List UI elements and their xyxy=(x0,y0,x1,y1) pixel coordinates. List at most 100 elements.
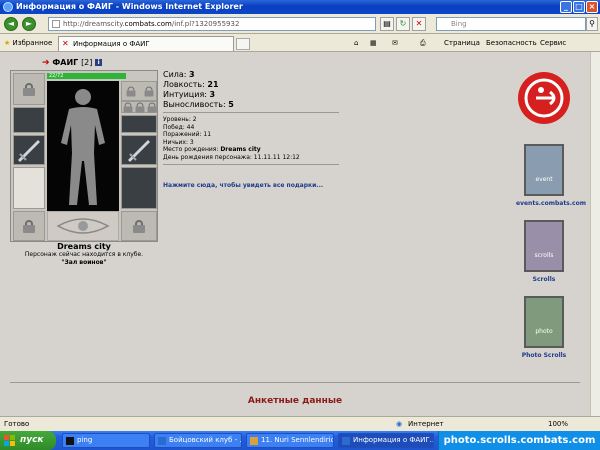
lock-icon xyxy=(23,220,35,233)
questionnaire-heading: Анкетные данные xyxy=(247,396,343,406)
search-icon[interactable]: ⚲ xyxy=(586,17,598,31)
detail-losses: Поражений: 11 xyxy=(163,131,212,138)
windows-logo-icon xyxy=(4,435,15,446)
feeds-icon[interactable]: ▦ xyxy=(370,38,377,48)
stat-agility: Ловкость: 21 xyxy=(163,80,219,89)
archer-emblem-icon xyxy=(518,72,570,124)
lock-icon xyxy=(144,86,154,97)
ie-icon xyxy=(342,437,350,445)
sword-icon xyxy=(18,140,40,162)
ie-logo-icon xyxy=(3,2,13,12)
lock-icon xyxy=(133,220,145,233)
page-menu[interactable]: Страница xyxy=(444,38,480,48)
detail-wins: Побед: 44 xyxy=(163,123,195,131)
taskbar: пуск ping Бойцовский клуб - ... 11. Nuri… xyxy=(0,431,600,450)
detail-birthplace: Место рождения: Dreams city xyxy=(163,146,261,153)
stat-strength: Сила: 3 xyxy=(163,70,195,79)
belt-slot[interactable] xyxy=(13,211,45,241)
zoom-level[interactable]: 100% xyxy=(548,417,568,431)
lock-icon xyxy=(123,102,133,113)
status-text: Готово xyxy=(4,420,30,428)
photo-scrolls-link[interactable]: photo Photo Scrolls xyxy=(516,296,572,362)
crossed-swords-icon: ✕ xyxy=(62,39,69,48)
helmet-slot[interactable] xyxy=(13,73,45,105)
compat-view-button[interactable]: ▤ xyxy=(380,17,394,31)
details-block: Уровень: 2 Побед: 44 Поражений: 11 Ничьи… xyxy=(163,116,300,161)
vertical-scrollbar[interactable] xyxy=(590,52,600,416)
photo-banner-icon: photo xyxy=(524,296,564,348)
window-titlebar: Информация о ФАИГ - Windows Internet Exp… xyxy=(0,0,600,14)
right-weapon-slot[interactable] xyxy=(121,135,157,165)
stat-intuition: Интуиция: 3 xyxy=(163,90,216,99)
star-icon: ★ xyxy=(4,39,11,47)
mail-icon[interactable]: ✉ xyxy=(392,38,398,48)
safety-menu[interactable]: Безопасность xyxy=(486,38,537,48)
bracers-slot[interactable] xyxy=(13,107,45,133)
character-equipment: 22/72 xyxy=(10,70,158,242)
print-icon[interactable]: ⎙ xyxy=(420,38,426,48)
tools-menu[interactable]: Сервис xyxy=(540,38,566,48)
task-nuri[interactable]: 11. Nuri Sennlendirici ... xyxy=(246,433,334,448)
guild-emblem[interactable] xyxy=(516,70,572,128)
left-weapon-slot[interactable] xyxy=(13,135,45,165)
divider xyxy=(163,112,339,113)
favorites-button[interactable]: ★ Избранное xyxy=(4,37,52,49)
stats-block: Сила: 3 Ловкость: 21 Интуиция: 3 Выносли… xyxy=(163,70,234,110)
accessory-slots xyxy=(121,101,157,113)
favorites-toolbar: ★ Избранное ✕ Информация о ФАИГ ⌂ ▦ ✉ ⎙ … xyxy=(0,34,600,52)
events-link[interactable]: event events.combats.com xyxy=(516,144,586,210)
divider xyxy=(10,382,580,383)
search-input[interactable]: Bing xyxy=(436,17,586,31)
zone-text: Интернет xyxy=(408,420,444,428)
sword-icon xyxy=(128,140,150,162)
character-name: ➔ ФАИГ [2] i xyxy=(42,58,103,68)
window-title: Информация о ФАИГ - Windows Internet Exp… xyxy=(16,2,243,11)
ie-icon xyxy=(158,437,166,445)
lock-icon xyxy=(147,102,157,113)
close-button[interactable]: × xyxy=(586,1,598,13)
detail-level: Уровень: 2 xyxy=(163,116,197,123)
browser-tab[interactable]: ✕ Информация о ФАИГ xyxy=(58,36,234,51)
pants-slot[interactable] xyxy=(121,167,157,209)
start-button[interactable]: пуск xyxy=(0,431,56,450)
gloves-slot[interactable] xyxy=(121,115,157,133)
url-field[interactable]: http://dreamscity.combats.com/inf.pl?132… xyxy=(48,17,376,31)
character-city: Dreams city xyxy=(57,242,111,251)
health-bar: 22/72 xyxy=(47,73,126,79)
maximize-button[interactable]: □ xyxy=(573,1,585,13)
stop-button[interactable]: ✕ xyxy=(412,17,426,31)
armor-slot[interactable] xyxy=(13,167,45,209)
back-button[interactable]: ◄ xyxy=(4,17,18,31)
scrolls-link[interactable]: scrolls Scrolls xyxy=(516,220,572,286)
minimize-button[interactable]: _ xyxy=(560,1,572,13)
divider xyxy=(163,164,339,165)
events-banner-icon: event xyxy=(524,144,564,196)
new-tab-button[interactable] xyxy=(236,38,250,50)
gifts-link[interactable]: Нажмите сюда, чтобы увидеть все подарки.… xyxy=(163,182,323,189)
body-figure-icon xyxy=(61,89,105,205)
character-silhouette xyxy=(47,81,119,211)
forward-button[interactable]: ► xyxy=(22,17,36,31)
detail-birthday: День рождения персонажа: 11.11.11 12:12 xyxy=(163,153,300,161)
clan-emblem xyxy=(47,211,119,241)
task-info-faig[interactable]: Информация о ФАИГ... xyxy=(338,433,434,448)
task-fight-club[interactable]: Бойцовский клуб - ... xyxy=(154,433,242,448)
room-name: "Зал воинов" xyxy=(61,259,107,266)
lock-icon xyxy=(23,83,35,96)
boots-slot[interactable] xyxy=(121,211,157,241)
location-note: Персонаж сейчас находится в клубе. xyxy=(24,251,144,258)
emblem-icon xyxy=(56,218,110,234)
address-bar: ◄ ► http://dreamscity.combats.com/inf.pl… xyxy=(0,14,600,34)
home-icon[interactable]: ⌂ xyxy=(354,38,358,48)
document-icon xyxy=(250,437,258,445)
info-icon[interactable]: i xyxy=(95,59,103,66)
task-ping[interactable]: ping xyxy=(62,433,150,448)
globe-icon: ◉ xyxy=(396,420,403,428)
ring-slots xyxy=(121,81,157,101)
scrolls-banner-icon: scrolls xyxy=(524,220,564,272)
character-caption: Dreams city Персонаж сейчас находится в … xyxy=(10,242,158,266)
watermark: photo.scrolls.combats.com xyxy=(438,431,600,450)
page-icon xyxy=(52,20,60,28)
refresh-button[interactable]: ↻ xyxy=(396,17,410,31)
cmd-icon xyxy=(66,437,74,445)
